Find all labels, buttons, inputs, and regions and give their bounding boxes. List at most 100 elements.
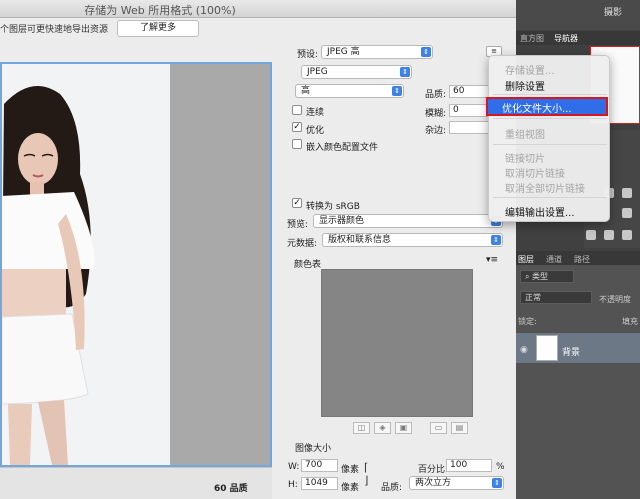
convert-srgb-label: 转换为 sRGB (306, 202, 360, 212)
embed-profile-checkbox[interactable] (292, 139, 302, 149)
preview-background (170, 64, 270, 465)
preset-select[interactable]: JPEG 高 ⇕ (321, 45, 433, 59)
height-input[interactable]: 1049 (301, 477, 338, 490)
menu-item-save-settings[interactable]: 存储设置... (505, 62, 555, 77)
adjustment-icon[interactable] (604, 230, 614, 240)
blend-mode-select[interactable]: 正常 (520, 291, 592, 304)
layer-thumbnail (536, 335, 558, 361)
search-icon: ⌕ (525, 272, 530, 281)
color-table-swatches[interactable] (321, 269, 473, 417)
status-quality-readout: 60 品质 (214, 484, 248, 494)
menu-item-edit-output-settings[interactable]: 编辑输出设置... (505, 204, 575, 219)
menu-lines-icon: ≡ (491, 47, 497, 55)
width-label: W: (288, 462, 300, 472)
menu-separator (493, 118, 607, 119)
width-input[interactable]: 700 (301, 459, 338, 472)
progressive-label: 连续 (306, 108, 325, 118)
metadata-label: 元数据: (287, 239, 318, 249)
optimized-checkbox[interactable]: ✓ (292, 122, 302, 132)
adjustment-icon[interactable] (622, 208, 632, 218)
adjustment-icon[interactable] (622, 188, 632, 198)
resample-label: 品质: (381, 483, 403, 493)
layer-filter-value: 类型 (532, 272, 549, 281)
tab-layers[interactable]: 图层 (518, 254, 534, 265)
preview-photo (2, 64, 170, 465)
preset-label: 预设: (297, 50, 319, 60)
progressive-checkbox[interactable] (292, 105, 302, 115)
menu-item-repopulate-views[interactable]: 重组视图 (505, 126, 545, 141)
web-shift-icon[interactable]: ◈ (374, 422, 391, 434)
percent-label: 百分比: (418, 465, 449, 475)
quality-label: 品质: (425, 90, 447, 100)
resample-value: 两次立方 (415, 478, 452, 488)
blur-input[interactable]: 0 (449, 104, 489, 117)
menu-separator (493, 197, 607, 198)
layer-filter-select[interactable]: ⌕ 类型 (520, 270, 574, 283)
height-label: H: (288, 480, 298, 490)
menu-item-optimize-label: 优化文件大小... (502, 104, 572, 115)
layers-export-notice: 个图层可更快速地导出资源 (0, 25, 109, 35)
select-arrows-icon: ⇕ (491, 235, 501, 245)
workspace-label[interactable]: 摄影 (604, 5, 622, 18)
width-unit: 像素 (341, 465, 360, 475)
lock-color-icon[interactable]: ▣ (395, 422, 412, 434)
learn-more-button[interactable]: 了解更多 (117, 20, 199, 37)
menu-separator (493, 94, 607, 95)
dialog-title: 存储为 Web 所用格式 (100%) (84, 4, 236, 17)
metadata-select[interactable]: 版权和联系信息 ⇕ (322, 233, 503, 247)
select-arrows-icon: ⇕ (400, 67, 410, 77)
blur-label: 模糊: (425, 109, 447, 119)
format-value: JPEG (307, 67, 328, 77)
menu-item-optimize-file-size[interactable]: 优化文件大小... (486, 97, 608, 116)
select-arrows-icon: ⇕ (492, 478, 502, 488)
embed-profile-label: 嵌入颜色配置文件 (306, 143, 379, 153)
height-unit: 像素 (341, 483, 360, 493)
select-arrows-icon: ⇕ (421, 47, 431, 57)
dialog-titlebar[interactable]: 存储为 Web 所用格式 (100%) (0, 0, 516, 18)
percent-input[interactable]: 100 (446, 459, 492, 472)
link-proportions-icon[interactable]: ⌈ ⌋ (364, 461, 376, 487)
tab-channels[interactable]: 通道 (546, 254, 562, 265)
quality-input[interactable]: 60 (449, 85, 489, 98)
format-select[interactable]: JPEG ⇕ (301, 65, 412, 79)
select-arrows-icon: ⇕ (392, 86, 402, 96)
optimized-label: 优化 (306, 126, 325, 136)
map-color-icon[interactable]: ◫ (353, 422, 370, 434)
menu-item-unlink-slice[interactable]: 取消切片链接 (505, 165, 565, 180)
preview-value: 显示器颜色 (319, 216, 365, 226)
new-color-icon[interactable]: ▭ (430, 422, 447, 434)
fill-label: 填充 (622, 317, 638, 326)
opacity-label: 不透明度 (599, 295, 631, 304)
adjustment-icon[interactable] (586, 230, 596, 240)
image-preview-pane[interactable] (0, 62, 272, 467)
menu-item-delete-settings[interactable]: 删除设置 (505, 78, 545, 93)
quality-level-select[interactable]: 高 ⇕ (295, 84, 404, 98)
delete-color-icon[interactable]: ▤ (451, 422, 468, 434)
convert-srgb-checkbox[interactable]: ✓ (292, 198, 302, 208)
tab-navigator[interactable]: 导航器 (554, 33, 578, 44)
adjustment-icon[interactable] (622, 230, 632, 240)
layer-name: 背景 (562, 348, 581, 358)
preview-select[interactable]: 显示器颜色 ⇕ (313, 214, 503, 228)
metadata-value: 版权和联系信息 (328, 235, 392, 245)
tab-paths[interactable]: 路径 (574, 254, 590, 265)
preview-label: 预览: (287, 220, 309, 230)
lock-label: 锁定: (518, 317, 537, 326)
matte-select[interactable] (449, 121, 489, 134)
color-table-header: 颜色表 ▾≡ (286, 255, 505, 270)
menu-item-link-slices[interactable]: 链接切片 (505, 150, 545, 165)
color-table-menu-icon[interactable]: ▾≡ (486, 255, 498, 265)
menu-item-unlink-all-slices[interactable]: 取消全部切片链接 (505, 180, 585, 195)
quality-level-value: 高 (301, 86, 311, 96)
settings-context-menu: 存储设置... 删除设置 重组视图 链接切片 取消切片链接 取消全部切片链接 编… (488, 55, 610, 222)
resample-select[interactable]: 两次立方 ⇕ (409, 476, 504, 490)
percent-unit: % (496, 462, 505, 472)
color-table-label: 颜色表 (294, 260, 322, 270)
eye-icon[interactable]: ◉ (520, 345, 528, 355)
menu-separator (493, 144, 607, 145)
matte-label: 杂边: (425, 126, 447, 136)
image-size-label: 图像大小 (295, 444, 332, 454)
blend-mode-value: 正常 (525, 293, 541, 302)
tab-histogram[interactable]: 直方图 (520, 33, 544, 44)
preset-value: JPEG 高 (327, 47, 360, 57)
